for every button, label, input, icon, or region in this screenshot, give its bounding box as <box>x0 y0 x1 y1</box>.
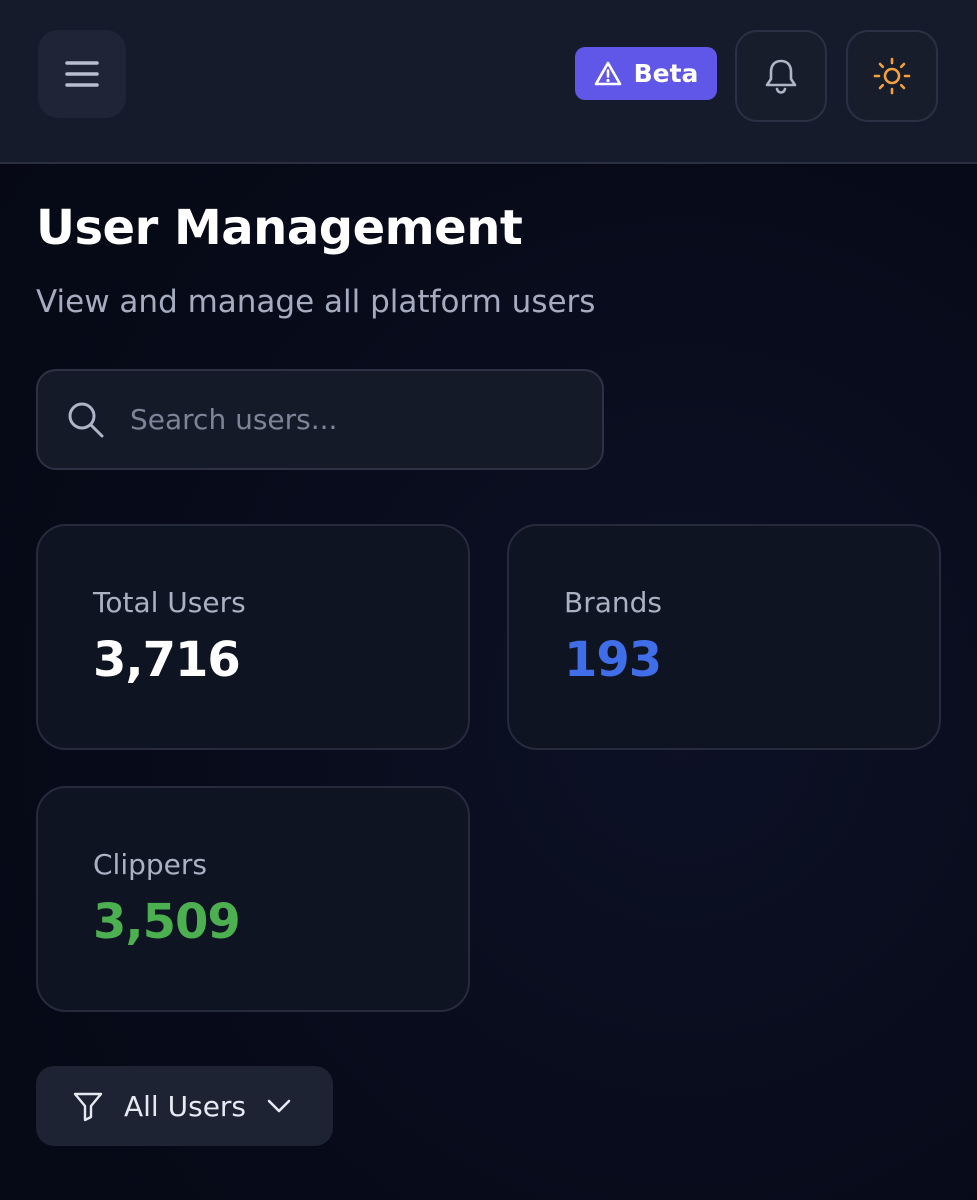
stat-label: Clippers <box>93 848 207 881</box>
filter-label: All Users <box>124 1089 247 1123</box>
user-filter-dropdown[interactable]: All Users <box>36 1066 333 1146</box>
beta-badge[interactable]: Beta <box>575 47 717 100</box>
page: Beta User Management View and manage all… <box>0 0 977 1200</box>
stat-label: Total Users <box>93 586 246 619</box>
notifications-button[interactable] <box>735 30 827 122</box>
top-bar: Beta <box>0 0 977 164</box>
chevron-down-icon <box>267 1099 291 1113</box>
page-subtitle: View and manage all platform users <box>36 284 596 320</box>
stat-card-brands: Brands 193 <box>507 524 941 750</box>
alert-triangle-icon <box>594 61 621 85</box>
menu-button[interactable] <box>38 30 126 118</box>
search-icon <box>68 402 104 437</box>
stat-label: Brands <box>564 586 662 619</box>
stat-card-clippers: Clippers 3,509 <box>36 786 470 1012</box>
beta-label: Beta <box>633 59 699 88</box>
page-title: User Management <box>36 200 523 256</box>
stat-value: 3,509 <box>93 894 241 950</box>
search-input[interactable] <box>128 402 602 437</box>
search-box[interactable] <box>36 369 604 470</box>
filter-icon <box>73 1092 103 1122</box>
bell-icon <box>765 59 797 94</box>
stat-value: 3,716 <box>93 632 241 688</box>
stat-value: 193 <box>564 632 662 688</box>
menu-icon <box>65 61 99 87</box>
sun-icon <box>873 57 911 95</box>
stat-card-total-users: Total Users 3,716 <box>36 524 470 750</box>
theme-toggle-button[interactable] <box>846 30 938 122</box>
